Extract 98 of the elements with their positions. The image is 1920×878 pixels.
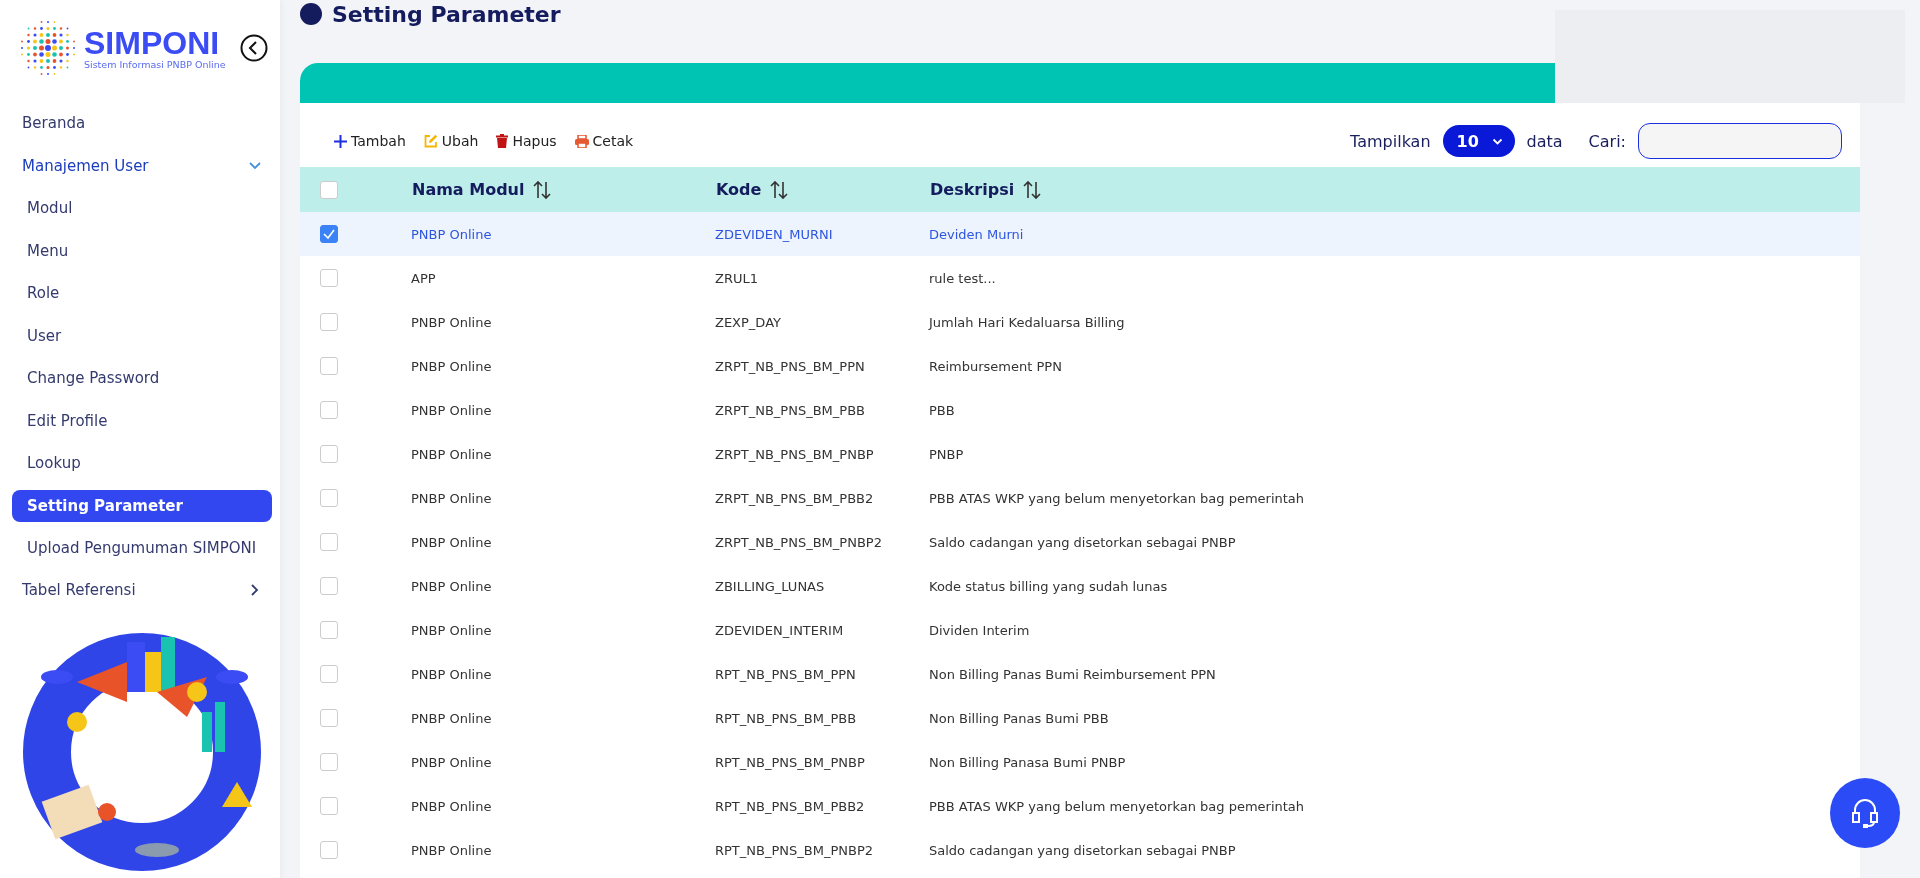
table-cell: Saldo cadangan yang disetorkan sebagai PNBP: [929, 534, 1236, 550]
table-cell: PNBP Online: [411, 314, 492, 330]
sidebar-item[interactable]: Modul: [12, 187, 272, 230]
table-cell: rule test...: [929, 270, 996, 286]
table-cell: PBB ATAS WKP yang belum menyetorkan bag pemerintah: [929, 798, 1305, 814]
table-cell: PNBP Online: [411, 666, 492, 682]
sidebar-item[interactable]: Upload Pengumuman SIMPONI: [12, 526, 272, 569]
table-cell: PNBP Online: [411, 578, 492, 594]
table-cell: ZRPT_NB_PNS_BM_PNBP: [715, 446, 874, 462]
table-cell: RPT_NB_PNS_BM_PBB: [715, 710, 857, 726]
sidebar-item[interactable]: Beranda: [12, 102, 272, 145]
table-cell: Reimbursement PPN: [929, 358, 1062, 374]
row-checkbox[interactable]: [320, 313, 338, 331]
print-button[interactable]: Cetak: [574, 131, 634, 151]
sidebar-item[interactable]: User: [12, 314, 272, 357]
search-label: Cari:: [1588, 131, 1626, 151]
row-checkbox[interactable]: [320, 357, 338, 375]
column-header[interactable]: Deskripsi: [930, 180, 1015, 199]
table-cell: PNBP Online: [411, 534, 492, 550]
delete-button[interactable]: Hapus: [496, 131, 557, 151]
table-cell: PNBP Online: [411, 710, 492, 726]
sidebar-item[interactable]: Role: [12, 272, 272, 315]
table-cell: RPT_NB_PNS_BM_PBB2: [715, 798, 865, 814]
row-checkbox[interactable]: [320, 445, 338, 463]
column-header[interactable]: Nama Modul: [412, 180, 525, 199]
table-cell: Non Billing Panas Bumi PBB: [929, 710, 1109, 726]
row-checkbox[interactable]: [320, 269, 338, 287]
table-cell: Deviden Murni: [929, 226, 1024, 242]
select-all-checkbox[interactable]: [320, 181, 338, 200]
sidebar-item[interactable]: Tabel Referensi: [12, 569, 272, 612]
sort-icon[interactable]: [1022, 179, 1043, 200]
plus-icon: [334, 134, 347, 148]
row-checkbox[interactable]: [320, 841, 338, 859]
table-cell: PNBP Online: [411, 402, 492, 418]
table-cell: PNBP Online: [411, 754, 492, 770]
row-checkbox[interactable]: [320, 665, 338, 683]
page-title: Setting Parameter: [332, 1, 561, 27]
sort-icon[interactable]: [532, 179, 553, 200]
table-cell: Non Billing Panas Bumi Reimbursement PPN: [929, 666, 1216, 682]
logo-tagline: Sistem Informasi PNBP Online: [84, 58, 226, 70]
table-cell: ZRPT_NB_PNS_BM_PBB2: [715, 490, 874, 506]
table-cell: PNBP Online: [411, 490, 492, 506]
sidebar-item[interactable]: Manajemen User: [12, 144, 272, 187]
row-checkbox[interactable]: [320, 401, 338, 419]
collapse-icon[interactable]: [239, 34, 268, 62]
table-cell: ZRPT_NB_PNS_BM_PNBP2: [715, 534, 882, 550]
search-field[interactable]: [1638, 123, 1842, 159]
table-cell: ZRPT_NB_PNS_BM_PPN: [715, 358, 865, 374]
logo-name: SIMPONI: [84, 26, 221, 59]
table-cell: RPT_NB_PNS_BM_PNBP: [715, 754, 865, 770]
table-cell: PNBP Online: [411, 226, 492, 242]
sidebar-item[interactable]: Setting Parameter: [12, 489, 272, 522]
printer-icon: [574, 134, 589, 148]
edit-button[interactable]: Ubah: [423, 131, 479, 151]
row-checkbox[interactable]: [320, 621, 338, 639]
table-cell: PNBP Online: [411, 358, 492, 374]
row-checkbox[interactable]: [320, 577, 338, 595]
table-cell: Dividen Interim: [929, 622, 1030, 638]
sort-icon[interactable]: [769, 179, 790, 200]
row-checkbox[interactable]: [320, 709, 338, 727]
show-suffix: data: [1526, 131, 1563, 151]
table-cell: PBB: [929, 402, 955, 418]
show-label: Tampilkan: [1350, 131, 1431, 151]
trash-icon: [496, 134, 509, 148]
table-cell: Kode status billing yang sudah lunas: [929, 578, 1168, 594]
table-cell: RPT_NB_PNS_BM_PNBP2: [715, 842, 873, 858]
table-cell: ZRPT_NB_PNS_BM_PBB: [715, 402, 865, 418]
row-checkbox[interactable]: [320, 225, 338, 243]
sidebar-item[interactable]: Edit Profile: [12, 399, 272, 442]
row-checkbox[interactable]: [320, 533, 338, 551]
table-cell: ZBILLING_LUNAS: [715, 578, 825, 594]
table-cell: RPT_NB_PNS_BM_PPN: [715, 666, 856, 682]
table-cell: Non Billing Panasa Bumi PNBP: [929, 754, 1126, 770]
table-cell: ZEXP_DAY: [715, 314, 781, 330]
pencil-icon: [423, 134, 438, 148]
table-cell: PNBP Online: [411, 622, 492, 638]
sidebar-item[interactable]: Menu: [12, 229, 272, 272]
logo-icon: [18, 18, 78, 78]
add-button[interactable]: Tambah: [334, 131, 406, 151]
page-size-dropdown[interactable]: 10: [1442, 125, 1515, 157]
table-cell: APP: [411, 270, 436, 286]
table-cell: PNBP Online: [411, 446, 492, 462]
table-cell: ZRUL1: [715, 270, 758, 286]
table-cell: PNBP Online: [411, 798, 492, 814]
table-cell: Saldo cadangan yang disetorkan sebagai PNBP: [929, 842, 1236, 858]
sidebar-item[interactable]: Change Password: [12, 357, 272, 400]
column-header[interactable]: Kode: [716, 180, 762, 199]
title-icon: [300, 3, 322, 25]
row-checkbox[interactable]: [320, 489, 338, 507]
table-cell: ZDEVIDEN_MURNI: [715, 226, 833, 242]
table-cell: PBB ATAS WKP yang belum menyetorkan bag pemerintah: [929, 490, 1305, 506]
row-checkbox[interactable]: [320, 797, 338, 815]
sidebar-item[interactable]: Lookup: [12, 442, 272, 485]
table-cell: PNBP Online: [411, 842, 492, 858]
row-checkbox[interactable]: [320, 753, 338, 771]
table-cell: Jumlah Hari Kedaluarsa Billing: [929, 314, 1125, 330]
table-cell: ZDEVIDEN_INTERIM: [715, 622, 844, 638]
table-cell: PNBP: [929, 446, 964, 462]
